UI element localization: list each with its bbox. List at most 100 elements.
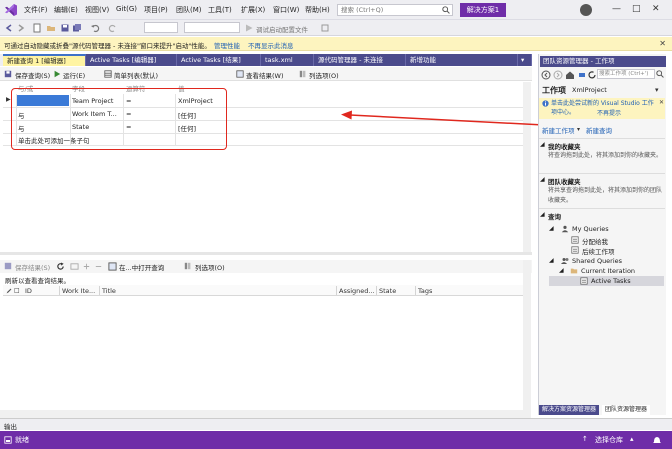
column-work-item-type[interactable]: Work Ite...	[62, 287, 95, 295]
chevron-down-icon[interactable]: ▾	[655, 86, 659, 94]
tab-task-xml[interactable]: task.xml	[261, 54, 314, 66]
menu-team[interactable]: 团队(M)	[176, 5, 202, 15]
home-icon[interactable]	[565, 70, 575, 80]
forward-icon[interactable]	[553, 70, 563, 80]
notice-dismiss-link[interactable]: 不再提示	[597, 108, 621, 117]
open-folder-icon[interactable]	[46, 23, 56, 33]
column-options-icon	[299, 70, 306, 78]
connect-icon[interactable]	[577, 70, 587, 80]
tab-new-query-editor[interactable]: 新建查询 1 [编辑器]	[3, 54, 86, 66]
source-control-up-icon[interactable]: ↑	[582, 435, 588, 443]
view-results-button[interactable]: 查看结果(W)	[246, 70, 284, 80]
column-options-button[interactable]: 列选项(O)	[309, 70, 339, 80]
tab-source-control-explorer[interactable]: 源代码管理器 - 未连接	[314, 54, 406, 66]
collapse-icon[interactable]	[94, 262, 103, 271]
menu-help[interactable]: 帮助(H)	[305, 5, 330, 15]
close-notice-icon[interactable]: ✕	[659, 99, 664, 106]
tree-node-assigned-to-me[interactable]: 分配给我	[549, 235, 664, 246]
results-column-options-button[interactable]: 列选项(O)	[195, 262, 225, 272]
close-infobar-icon[interactable]: ✕	[659, 39, 666, 48]
expand-arrow-icon[interactable]: ◢	[549, 257, 554, 264]
menu-extensions[interactable]: 扩展(X)	[241, 5, 265, 15]
team-favorites-header[interactable]: 团队收藏夹	[548, 176, 581, 186]
refresh-icon[interactable]	[56, 262, 65, 271]
new-query-link[interactable]: 新建查询	[586, 125, 612, 135]
close-icon[interactable]: ✕	[652, 4, 660, 14]
manage-performance-link[interactable]: 管理性能	[214, 40, 240, 50]
column-assigned-to[interactable]: Assigned...	[339, 287, 375, 295]
chevron-up-icon[interactable]: ▴	[630, 435, 634, 443]
tree-label: Current Iteration	[581, 267, 636, 275]
forward-icon[interactable]	[16, 23, 26, 33]
menu-view[interactable]: 视图(V)	[85, 5, 109, 15]
collapse-team-favorites-icon[interactable]: ◢	[540, 176, 545, 183]
my-favorites-header[interactable]: 我的收藏夹	[548, 141, 581, 151]
minimize-icon[interactable]: —	[612, 4, 621, 14]
results-horizontal-scrollbar[interactable]	[0, 410, 531, 418]
menu-tools[interactable]: 工具(T)	[208, 5, 232, 15]
column-state[interactable]: State	[379, 287, 396, 295]
tab-team-explorer[interactable]: 团队资源管理器	[602, 405, 651, 415]
tree-label: Active Tasks	[591, 277, 631, 285]
menu-project[interactable]: 项目(P)	[144, 5, 168, 15]
maximize-icon[interactable]: □	[632, 4, 641, 14]
back-icon[interactable]	[541, 70, 551, 80]
tree-node-follow-up-items[interactable]: 后续工作项	[549, 245, 664, 256]
save-icon[interactable]	[60, 23, 70, 33]
tab-active-tasks-results[interactable]: Active Tasks [结果]	[177, 54, 261, 66]
column-title[interactable]: Title	[102, 287, 116, 295]
expand-arrow-icon[interactable]: ◢	[559, 267, 564, 274]
global-search-input[interactable]: 搜索 (Ctrl+Q)	[337, 4, 453, 16]
menu-git[interactable]: Git(G)	[116, 5, 137, 13]
open-query-in-button[interactable]: 在...中打开查询	[119, 262, 164, 272]
tab-solution-explorer[interactable]: 解决方案资源管理器	[539, 405, 600, 415]
tab-overflow-dropdown[interactable]: ▾	[518, 54, 532, 66]
avatar[interactable]	[580, 4, 592, 16]
select-repository-button[interactable]: 选择仓库	[595, 435, 623, 445]
redo-icon[interactable]	[108, 23, 118, 33]
tree-node-active-tasks[interactable]: Active Tasks	[549, 276, 664, 286]
menu-file[interactable]: 文件(F)	[24, 5, 48, 15]
attach-icon[interactable]	[320, 23, 330, 33]
save-query-button[interactable]: 保存查询(S)	[15, 70, 50, 80]
menu-edit[interactable]: 编辑(E)	[54, 5, 78, 15]
new-work-item-dropdown-icon[interactable]: ▾	[577, 126, 580, 133]
back-icon[interactable]	[4, 23, 14, 33]
platform-dropdown[interactable]	[184, 22, 240, 33]
save-results-button[interactable]: 保存结果(S)	[15, 262, 50, 272]
run-query-button[interactable]: 运行(E)	[63, 70, 85, 80]
results-sort-icon: □	[14, 287, 20, 294]
config-dropdown[interactable]	[144, 22, 178, 33]
collapse-favorites-icon[interactable]: ◢	[540, 141, 545, 148]
tab-active-tasks-editor[interactable]: Active Tasks [编辑器]	[86, 54, 177, 66]
expand-icon[interactable]	[82, 262, 91, 271]
tree-node-my-queries[interactable]: ◢ My Queries	[549, 224, 664, 234]
search-icon[interactable]	[656, 70, 664, 78]
new-item-icon[interactable]	[32, 23, 42, 33]
work-item-search-input[interactable]: 搜索工作项 (Ctrl+')	[597, 69, 655, 79]
refresh-icon[interactable]	[587, 70, 597, 80]
column-tags[interactable]: Tags	[418, 287, 432, 295]
editor-results-splitter[interactable]	[0, 252, 532, 255]
link-work-items-icon[interactable]	[70, 262, 79, 271]
tab-whats-new[interactable]: 新增功能	[406, 54, 518, 66]
undo-icon[interactable]	[90, 23, 100, 33]
debug-target-dropdown[interactable]: 调试启动配置文件	[256, 24, 308, 34]
collapse-queries-icon[interactable]: ◢	[540, 211, 545, 218]
notifications-bell-icon[interactable]	[652, 435, 662, 445]
column-id[interactable]: ID	[25, 287, 32, 295]
results-vertical-scrollbar[interactable]	[523, 260, 531, 410]
new-work-item-link[interactable]: 新建工作项	[542, 125, 575, 135]
start-icon[interactable]	[244, 23, 254, 33]
dismiss-message-link[interactable]: 不再显示此消息	[248, 40, 294, 50]
save-all-icon[interactable]	[72, 23, 82, 33]
tree-node-shared-queries[interactable]: ◢ Shared Queries	[549, 256, 664, 266]
menu-window[interactable]: 窗口(W)	[273, 5, 299, 15]
tree-node-current-iteration[interactable]: ◢ Current Iteration	[549, 266, 664, 276]
expand-arrow-icon[interactable]: ◢	[549, 225, 554, 232]
tab-output[interactable]: 输出	[4, 421, 17, 431]
project-selector[interactable]: XmlProject	[572, 86, 607, 94]
solution-name-button[interactable]: 解决方案1	[460, 3, 506, 17]
queries-header[interactable]: 查询	[548, 211, 561, 221]
query-type-dropdown[interactable]: 简单列表(默认)	[114, 70, 158, 80]
